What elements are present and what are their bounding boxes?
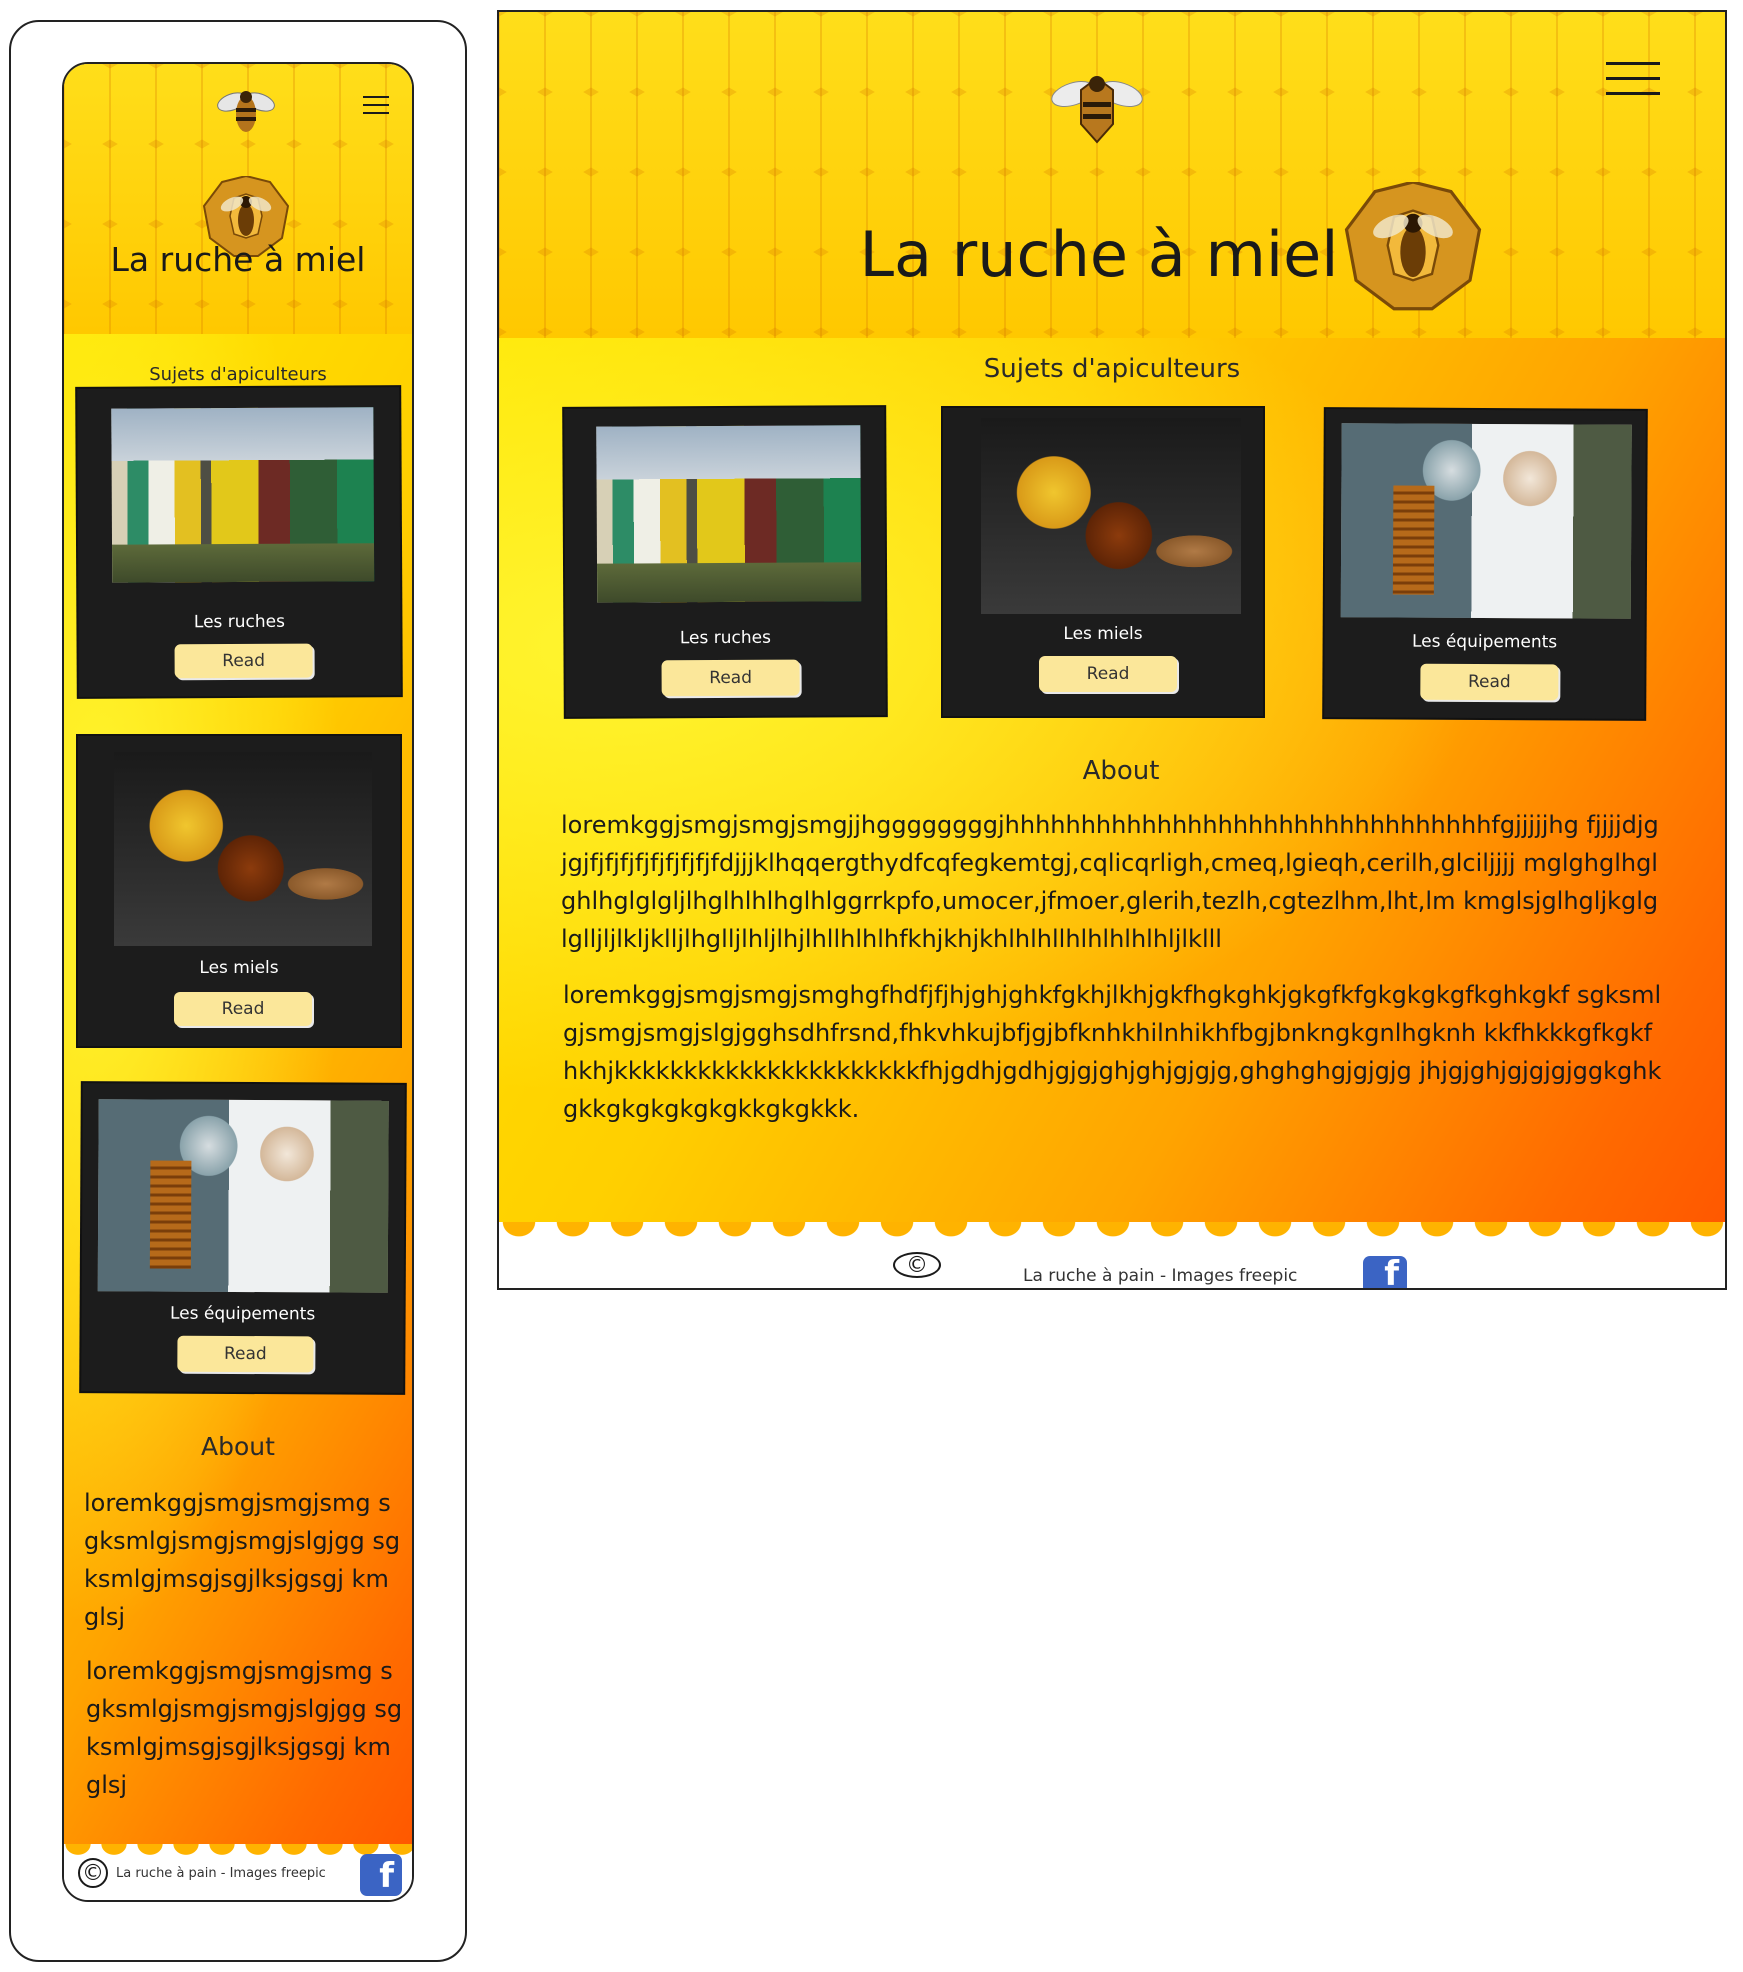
desktop-main: Sujets d'apiculteurs Les ruches Read Les… <box>499 338 1725 1222</box>
card-title: Les ruches <box>193 611 286 633</box>
card-title: Les miels <box>199 958 279 978</box>
beehives-photo <box>111 407 375 583</box>
about-title: About <box>1082 756 1160 786</box>
card-title: Les miels <box>1063 624 1143 644</box>
read-button[interactable]: Read <box>661 659 800 697</box>
card-title: Les ruches <box>679 627 771 649</box>
beekeepers-photo <box>1340 423 1632 619</box>
about-paragraph: loremkggjsmgjsmgjsmg sgksmlgjsmgjsmgjslg… <box>84 1489 401 1631</box>
about-paragraph: loremkggjsmgjsmgjsmg sgksmlgjsmgjsmgjslg… <box>86 1657 403 1799</box>
read-button[interactable]: Read <box>174 643 313 679</box>
about-paragraph: loremkggjsmgjsmgjsmgjjhggggggggjhhhhhhhh… <box>561 811 1659 953</box>
site-title: La ruche à miel <box>110 240 366 279</box>
hamburger-menu-icon[interactable] <box>1606 62 1660 95</box>
copyright-icon: © <box>78 1858 108 1888</box>
footer-text: La ruche à pain - Images freepic <box>116 1866 326 1881</box>
mobile-screen: La ruche à miel Sujets d'apiculteurs Les… <box>62 62 414 1902</box>
read-button[interactable]: Read <box>1420 663 1559 701</box>
hamburger-menu-icon[interactable] <box>363 96 389 114</box>
beehives-photo <box>596 425 862 603</box>
topic-card-miels: Les miels Read <box>943 408 1263 716</box>
about-paragraph: loremkggjsmgjsmgjsmghgfhdfjfjhjghjghkfgk… <box>563 981 1662 1123</box>
mobile-footer: © La ruche à pain - Images freepic f <box>64 1844 412 1900</box>
bee-icon[interactable] <box>1051 68 1143 148</box>
card-title: Les équipements <box>1411 631 1558 653</box>
beekeepers-photo <box>97 1099 389 1293</box>
copyright-icon: © <box>893 1252 941 1278</box>
honey-jars-photo <box>114 752 372 946</box>
mobile-main: Sujets d'apiculteurs Les ruches Read Les… <box>64 334 412 1844</box>
section-title: Sujets d'apiculteurs <box>149 364 327 385</box>
honey-jars-photo <box>981 418 1241 614</box>
facebook-icon[interactable]: f <box>360 1854 402 1896</box>
topic-card-equipements: Les équipements Read <box>1324 409 1646 719</box>
read-button[interactable]: Read <box>174 992 312 1026</box>
topic-card-ruches: Les ruches Read <box>564 407 886 717</box>
facebook-icon[interactable]: f <box>1363 1254 1407 1288</box>
desktop-footer: © La ruche à pain - Images freepic f <box>499 1222 1725 1288</box>
topic-card-equipements: Les équipements Read <box>81 1083 405 1393</box>
site-title: La ruche à miel <box>859 218 1339 291</box>
section-title: Sujets d'apiculteurs <box>983 354 1241 384</box>
read-button[interactable]: Read <box>1039 656 1177 692</box>
topic-card-ruches: Les ruches Read <box>77 387 401 697</box>
topic-card-miels: Les miels Read <box>78 736 400 1046</box>
desktop-header: La ruche à miel <box>499 12 1725 338</box>
card-title: Les équipements <box>169 1303 316 1325</box>
read-button[interactable]: Read <box>177 1335 314 1373</box>
honey-drip-decoration <box>499 1222 1725 1252</box>
bee-icon[interactable] <box>216 86 276 136</box>
desktop-screen: La ruche à miel Sujets d'apiculteurs Les… <box>497 10 1727 1290</box>
footer-text: La ruche à pain - Images freepic <box>1023 1266 1298 1286</box>
mobile-header: La ruche à miel <box>64 64 412 334</box>
about-title: About <box>201 1432 275 1461</box>
honeycomb-bee-icon <box>1344 182 1482 311</box>
